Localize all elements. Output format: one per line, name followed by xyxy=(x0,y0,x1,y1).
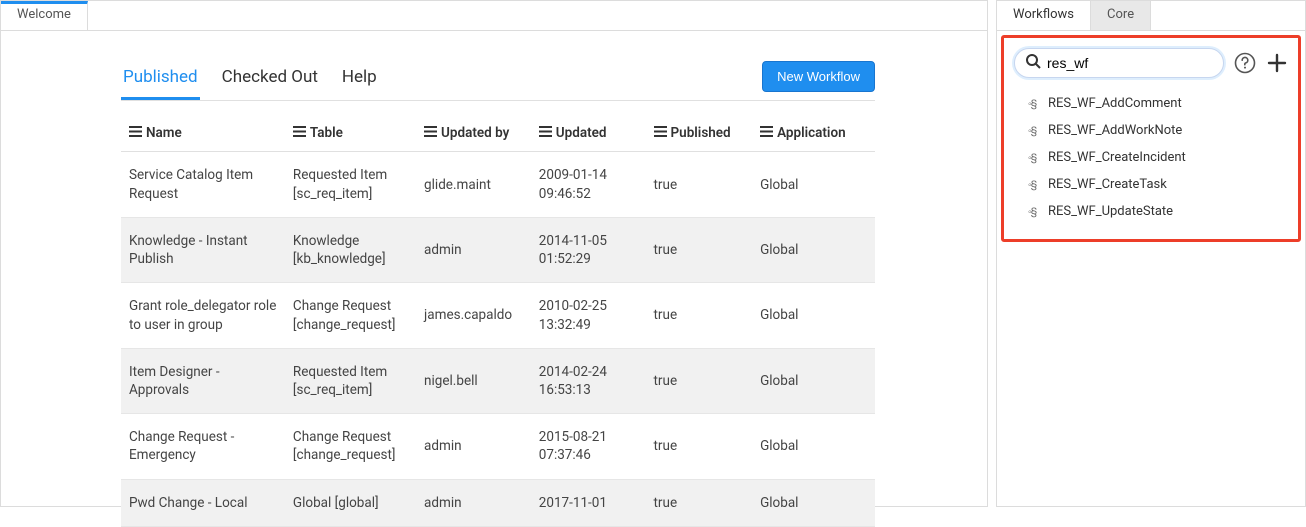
cell-table: Requested Item[sc_req_item] xyxy=(285,152,416,217)
hamburger-icon xyxy=(293,125,306,141)
cell-application: Global xyxy=(752,414,875,479)
cell-published: true xyxy=(646,152,753,217)
cell-table: Knowledge[kb_knowledge] xyxy=(285,217,416,282)
table-row[interactable]: Pwd Change - LocalGlobal [global]admin20… xyxy=(121,479,875,526)
cell-table: Change Request[change_request] xyxy=(285,414,416,479)
hamburger-icon xyxy=(424,125,437,141)
tab-welcome[interactable]: Welcome xyxy=(1,1,88,30)
new-workflow-button[interactable]: New Workflow xyxy=(762,61,875,92)
cell-updated: 2017-11-01 xyxy=(531,479,646,526)
table-row[interactable]: Service Catalog ItemRequestRequested Ite… xyxy=(121,152,875,217)
search-result-item[interactable]: ◦§ RES_WF_AddComment xyxy=(1024,90,1292,117)
cell-published: true xyxy=(646,217,753,282)
cell-published: true xyxy=(646,348,753,413)
search-box[interactable] xyxy=(1014,48,1224,78)
search-result-item[interactable]: ◦§ RES_WF_AddWorkNote xyxy=(1024,117,1292,144)
cell-application: Global xyxy=(752,217,875,282)
cell-updated-by: admin xyxy=(416,479,531,526)
tab-workflows[interactable]: Workflows xyxy=(997,1,1091,30)
cell-name: Pwd Change - Local xyxy=(121,479,285,526)
cell-application: Global xyxy=(752,348,875,413)
cell-application: Global xyxy=(752,479,875,526)
search-input[interactable] xyxy=(1041,53,1213,73)
search-result-item[interactable]: ◦§ RES_WF_UpdateState xyxy=(1024,198,1292,225)
right-tab-strip: Workflows Core xyxy=(997,1,1305,31)
cell-table: Requested Item[sc_req_item] xyxy=(285,348,416,413)
workflow-icon: ◦§ xyxy=(1028,178,1042,191)
col-header-application[interactable]: Application xyxy=(752,115,875,152)
search-result-item[interactable]: ◦§ RES_WF_CreateIncident xyxy=(1024,144,1292,171)
search-result-label: RES_WF_AddWorkNote xyxy=(1048,123,1182,138)
workflows-table: Name Table Updated by xyxy=(121,115,875,527)
search-icon xyxy=(1025,53,1041,73)
table-row[interactable]: Item Designer - ApprovalsRequested Item[… xyxy=(121,348,875,413)
cell-table: Change Request[change_request] xyxy=(285,283,416,348)
cell-application: Global xyxy=(752,152,875,217)
cell-published: true xyxy=(646,479,753,526)
hamburger-icon xyxy=(760,125,773,141)
cell-updated-by: james.capaldo xyxy=(416,283,531,348)
section-tab-help[interactable]: Help xyxy=(340,61,379,100)
section-tabs: Published Checked Out Help xyxy=(121,61,379,100)
table-row[interactable]: Grant role_delegator roleto user in grou… xyxy=(121,283,875,348)
workflow-icon: ◦§ xyxy=(1028,124,1042,137)
cell-updated-by: glide.maint xyxy=(416,152,531,217)
col-header-updated-by[interactable]: Updated by xyxy=(416,115,531,152)
cell-application: Global xyxy=(752,283,875,348)
workflow-icon: ◦§ xyxy=(1028,151,1042,164)
table-row[interactable]: Knowledge - InstantPublishKnowledge[kb_k… xyxy=(121,217,875,282)
workflow-icon: ◦§ xyxy=(1028,97,1042,110)
hamburger-icon xyxy=(129,125,142,141)
cell-name: Item Designer - Approvals xyxy=(121,348,285,413)
workflow-icon: ◦§ xyxy=(1028,205,1042,218)
cell-published: true xyxy=(646,414,753,479)
cell-published: true xyxy=(646,283,753,348)
cell-name: Knowledge - InstantPublish xyxy=(121,217,285,282)
section-tab-checked-out[interactable]: Checked Out xyxy=(220,61,320,100)
hamburger-icon xyxy=(539,125,552,141)
add-icon[interactable] xyxy=(1266,52,1288,74)
cell-updated: 2009-01-1409:46:52 xyxy=(531,152,646,217)
workflows-search-panel: ◦§RES_WF_AddComment◦§RES_WF_AddWorkNote◦… xyxy=(1001,35,1301,242)
search-result-item[interactable]: ◦§ RES_WF_CreateTask xyxy=(1024,171,1292,198)
col-header-name[interactable]: Name xyxy=(121,115,285,152)
cell-name: Service Catalog ItemRequest xyxy=(121,152,285,217)
col-header-table[interactable]: Table xyxy=(285,115,416,152)
hamburger-icon xyxy=(654,125,667,141)
main-panel: Welcome Published Checked Out Help New W… xyxy=(0,0,988,507)
search-results: ◦§RES_WF_AddComment◦§RES_WF_AddWorkNote◦… xyxy=(1004,86,1298,225)
left-tab-strip: Welcome xyxy=(1,1,987,31)
cell-updated: 2015-08-2107:37:46 xyxy=(531,414,646,479)
cell-updated: 2014-02-2416:53:13 xyxy=(531,348,646,413)
col-header-published[interactable]: Published xyxy=(646,115,753,152)
tab-core[interactable]: Core xyxy=(1091,1,1151,30)
search-result-label: RES_WF_CreateTask xyxy=(1048,177,1167,192)
cell-updated-by: admin xyxy=(416,414,531,479)
cell-table: Global [global] xyxy=(285,479,416,526)
table-row[interactable]: Change Request -EmergencyChange Request[… xyxy=(121,414,875,479)
cell-updated-by: nigel.bell xyxy=(416,348,531,413)
cell-updated-by: admin xyxy=(416,217,531,282)
side-panel: Workflows Core xyxy=(996,0,1306,507)
help-icon[interactable] xyxy=(1234,52,1256,74)
section-tab-published[interactable]: Published xyxy=(121,61,200,100)
cell-name: Grant role_delegator roleto user in grou… xyxy=(121,283,285,348)
cell-name: Change Request -Emergency xyxy=(121,414,285,479)
search-result-label: RES_WF_CreateIncident xyxy=(1048,150,1186,165)
search-result-label: RES_WF_AddComment xyxy=(1048,96,1182,111)
cell-updated: 2010-02-2513:32:49 xyxy=(531,283,646,348)
search-result-label: RES_WF_UpdateState xyxy=(1048,204,1173,219)
col-header-updated[interactable]: Updated xyxy=(531,115,646,152)
cell-updated: 2014-11-0501:52:29 xyxy=(531,217,646,282)
